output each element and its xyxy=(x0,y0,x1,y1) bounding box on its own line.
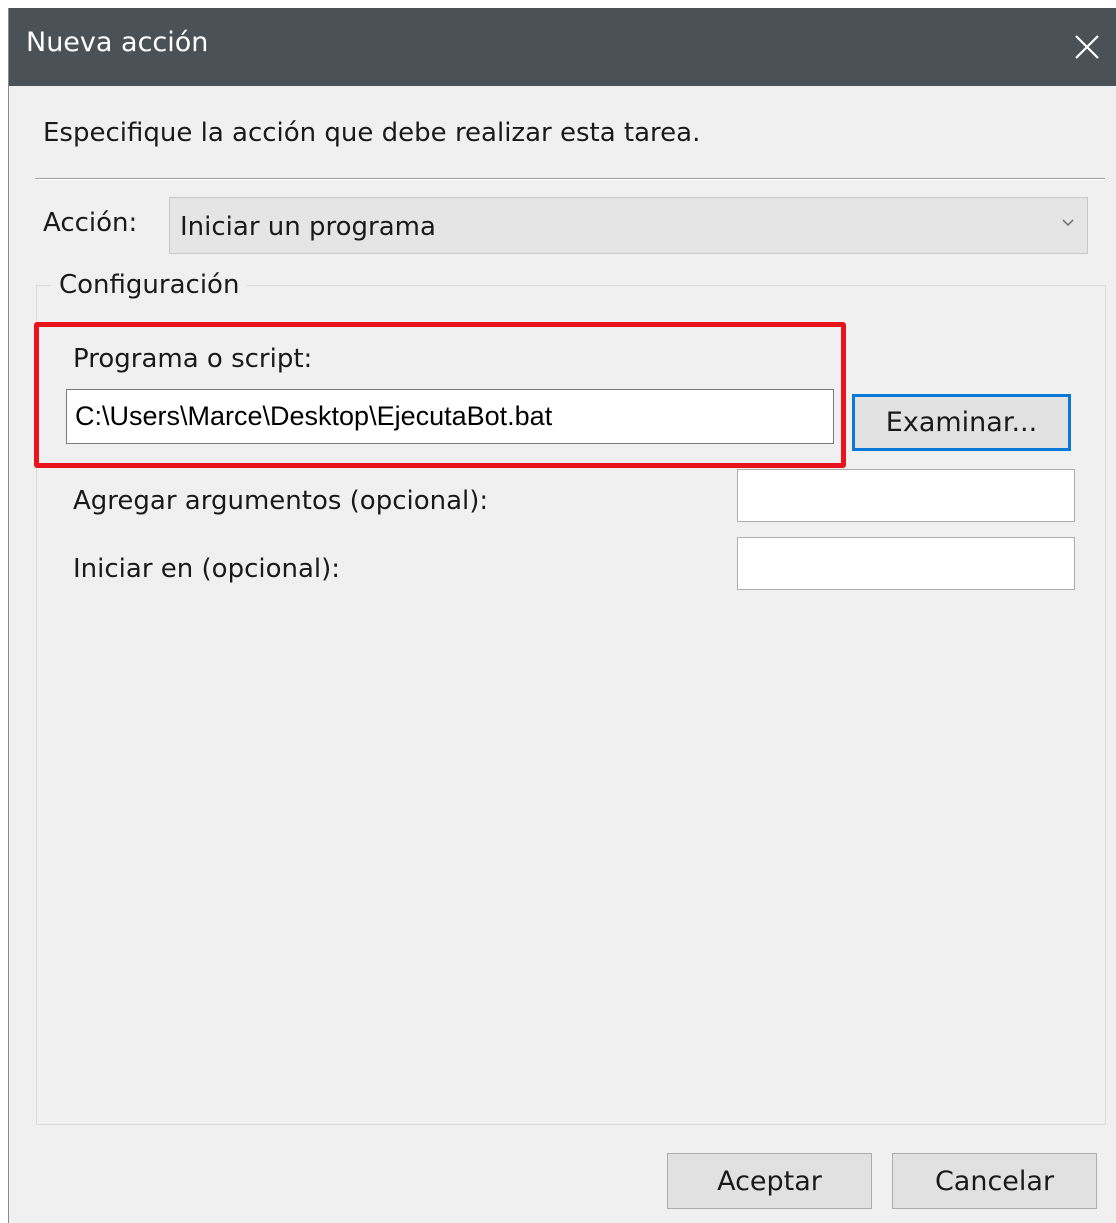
close-button[interactable] xyxy=(1057,8,1116,86)
action-dropdown-value: Iniciar un programa xyxy=(180,212,436,242)
configuration-legend: Configuración xyxy=(51,270,248,300)
close-icon xyxy=(1075,35,1099,59)
start-in-input[interactable] xyxy=(737,537,1075,590)
arguments-input[interactable] xyxy=(737,469,1075,522)
program-input[interactable] xyxy=(66,389,834,444)
action-label: Acción: xyxy=(43,208,138,238)
window-title: Nueva acción xyxy=(26,27,209,58)
cancel-button[interactable]: Cancelar xyxy=(892,1153,1097,1209)
title-bar[interactable]: Nueva acción xyxy=(9,8,1116,86)
arguments-label: Agregar argumentos (opcional): xyxy=(73,486,489,516)
new-action-dialog: Nueva acción Especifique la acción que d… xyxy=(8,8,1116,1223)
chevron-down-icon xyxy=(1062,219,1074,227)
ok-button[interactable]: Aceptar xyxy=(667,1153,872,1209)
program-label: Programa o script: xyxy=(73,344,313,374)
instruction-text: Especifique la acción que debe realizar … xyxy=(43,118,701,148)
start-in-label: Iniciar en (opcional): xyxy=(73,554,341,584)
action-dropdown[interactable]: Iniciar un programa xyxy=(169,197,1088,254)
separator-line xyxy=(35,178,1105,180)
browse-button[interactable]: Examinar... xyxy=(852,394,1071,451)
